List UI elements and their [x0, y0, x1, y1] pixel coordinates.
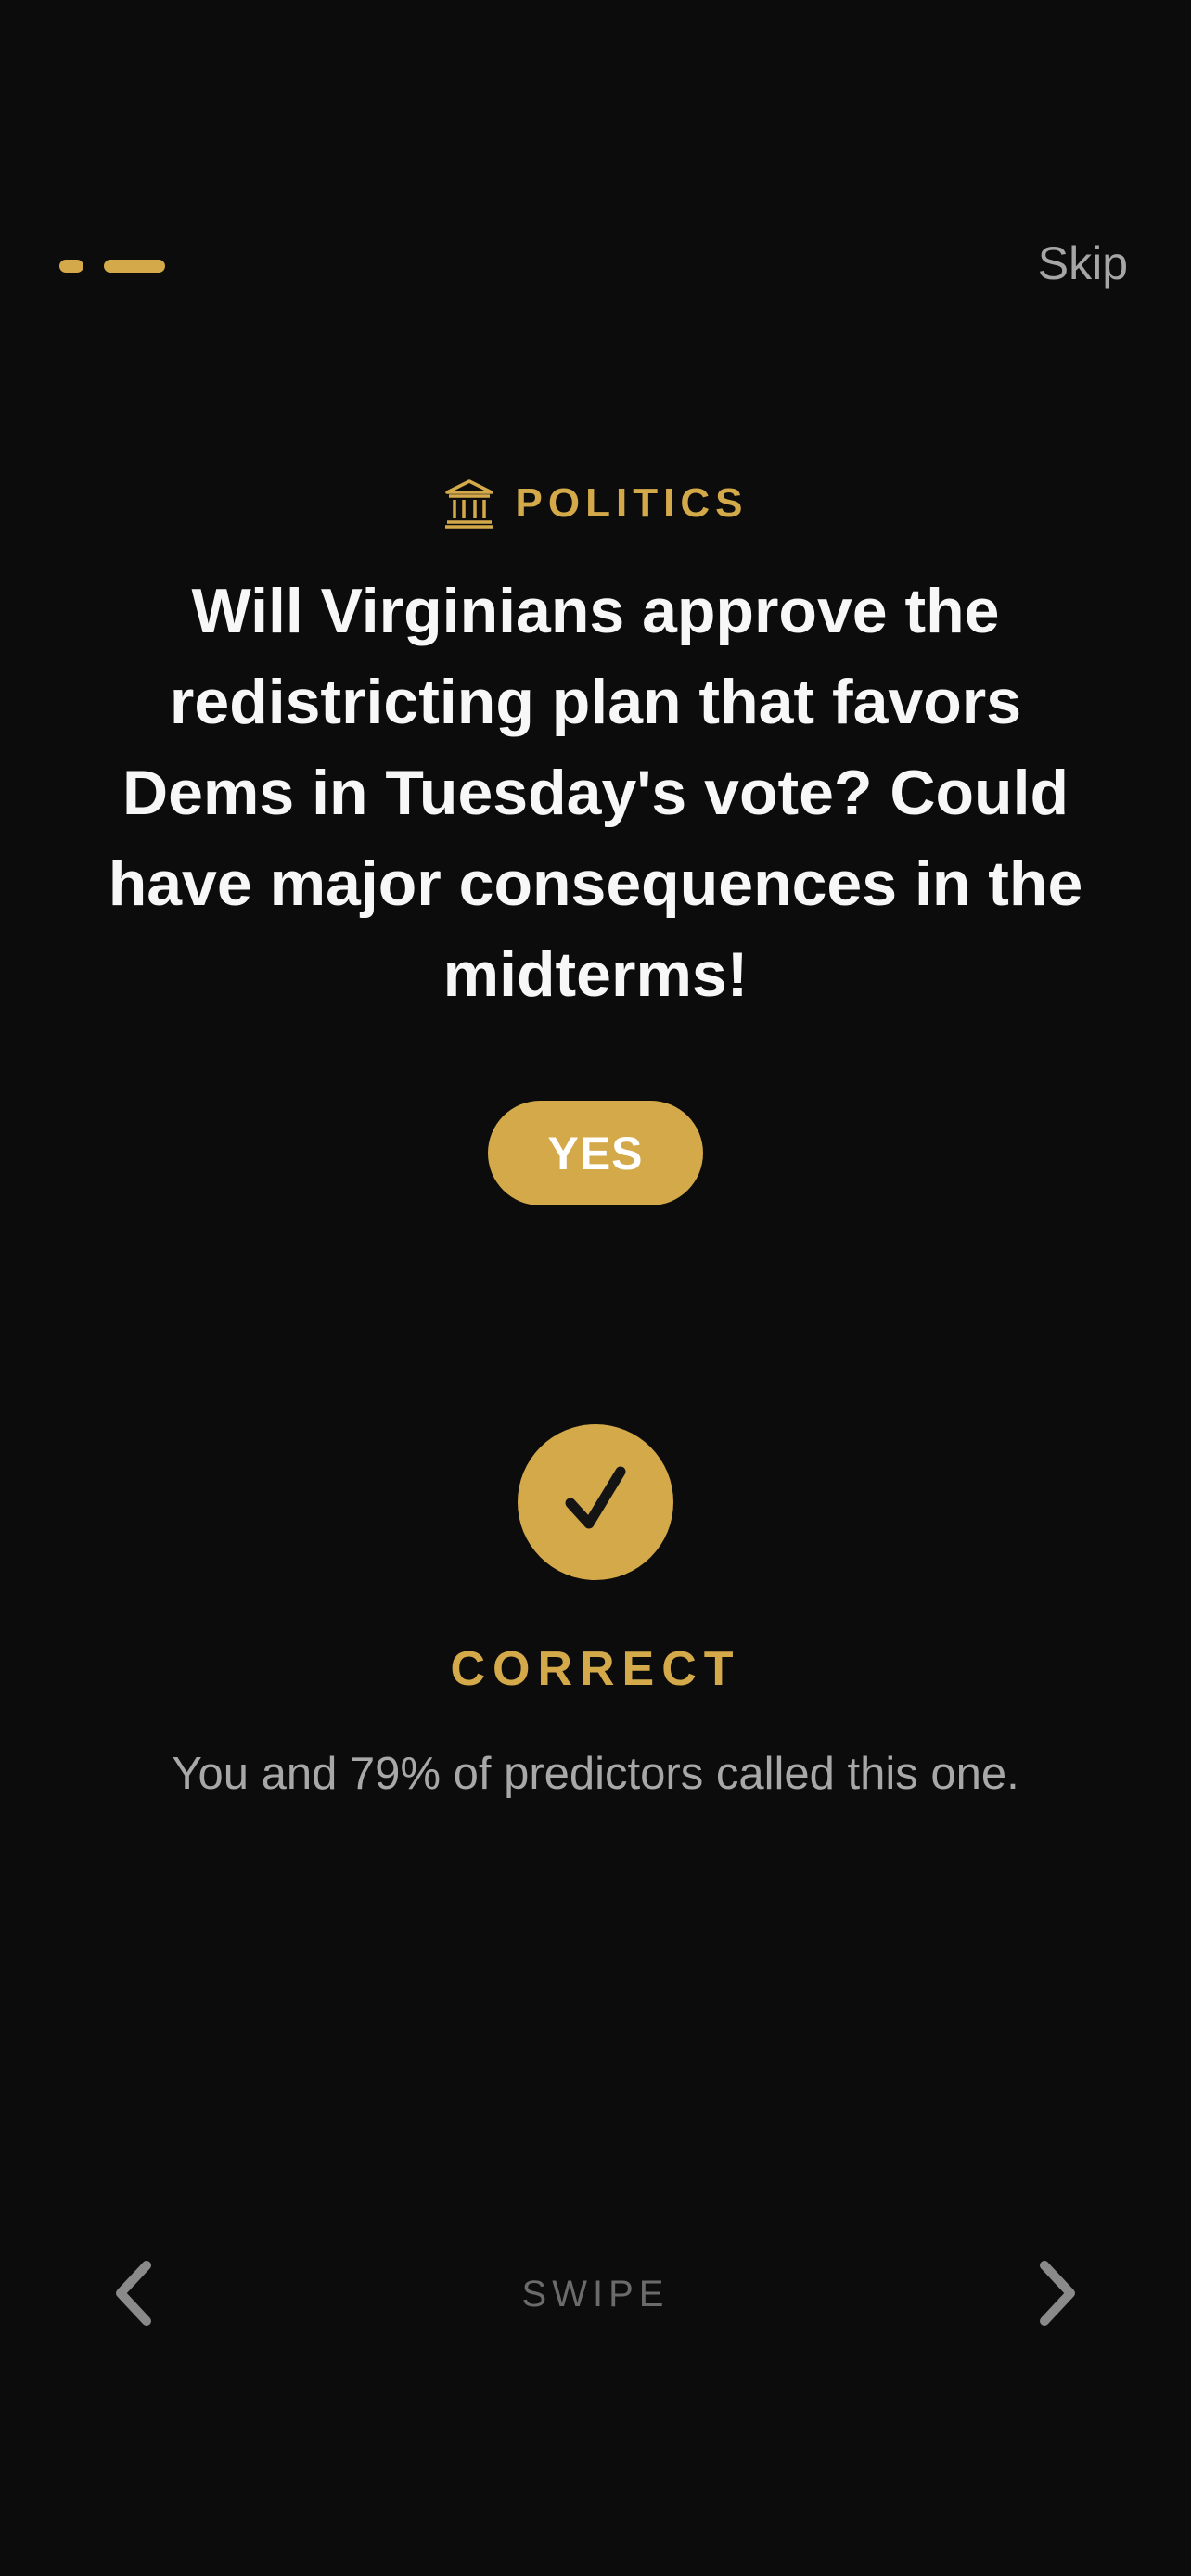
progress-dot-active — [104, 260, 165, 273]
skip-button[interactable]: Skip — [1038, 236, 1128, 290]
chevron-right-icon — [1033, 2260, 1080, 2331]
result-title: CORRECT — [450, 1642, 741, 1696]
checkmark-icon — [554, 1459, 637, 1547]
question-text: Will Virginians approve the redistrictin… — [108, 576, 1083, 1010]
progress-dot — [59, 260, 83, 273]
result-subtitle: You and 79% of predictors called this on… — [172, 1749, 1019, 1799]
category-label: POLITICS — [515, 480, 749, 526]
result-badge — [518, 1424, 673, 1580]
answer-badge: YES — [488, 1101, 703, 1205]
progress-indicator — [59, 260, 165, 273]
category-header: POLITICS — [0, 478, 1191, 529]
swipe-hint: SWIPE — [521, 2274, 670, 2315]
next-button[interactable] — [1024, 2260, 1089, 2327]
bank-building-icon — [443, 478, 495, 529]
